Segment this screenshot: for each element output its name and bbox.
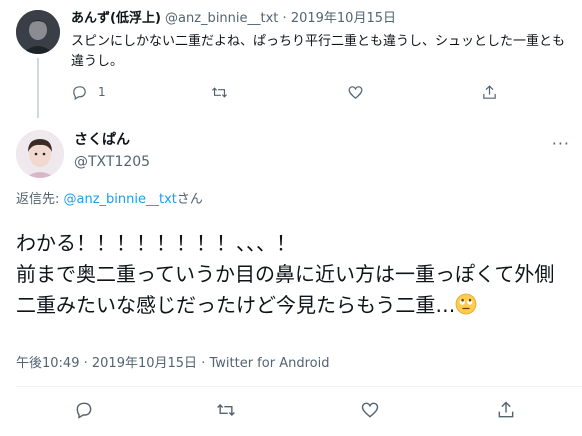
parent-like-button[interactable]: [347, 82, 364, 102]
parent-share-button[interactable]: [481, 82, 498, 102]
divider: [16, 386, 582, 387]
parent-action-bar: 1: [71, 82, 511, 102]
reply-icon: [76, 402, 92, 419]
avatar-parent[interactable]: [16, 10, 60, 54]
thread-line: [37, 58, 39, 118]
parent-retweet-button[interactable]: [211, 82, 228, 102]
reply-to-suffix: さん: [176, 192, 203, 207]
parent-tweet[interactable]: あんず(低浮上) @anz_binnie__txt · 2019年10月15日 …: [0, 0, 582, 118]
reply-icon: [73, 85, 86, 100]
parent-tweet-text: スピンにしかない二重だよね、ぱっちり平行二重とも違うし、シュッとした一重とも違う…: [71, 34, 566, 69]
parent-date[interactable]: 2019年10月15日: [291, 11, 396, 26]
avatar-main[interactable]: [16, 130, 64, 178]
retweet-icon: [211, 86, 228, 98]
main-text-line1: わかる！！！！！！！！、、、！: [16, 231, 296, 255]
more-options-button[interactable]: ···: [552, 134, 570, 153]
share-icon: [498, 401, 514, 418]
face-with-rolling-eyes-icon: [455, 293, 477, 315]
parent-tweet-header: あんず(低浮上) @anz_binnie__txt · 2019年10月15日: [71, 10, 396, 28]
parent-reply-button[interactable]: 1: [71, 82, 106, 102]
tweet-source[interactable]: Twitter for Android: [209, 356, 329, 371]
main-share-button[interactable]: [496, 400, 516, 420]
share-icon: [483, 84, 496, 99]
meta-separator: ·: [83, 356, 88, 371]
main-tweet-header: さくぱん @TXT1205 ···: [0, 120, 582, 180]
reply-to-handle-link[interactable]: @anz_binnie__txt: [64, 192, 177, 207]
tweet-time[interactable]: 午後10:49: [16, 356, 79, 371]
like-icon: [348, 85, 363, 99]
parent-reply-count: 1: [98, 85, 106, 99]
reply-to-prefix: 返信先:: [16, 192, 64, 207]
reply-to-line: 返信先: @anz_binnie__txtさん: [16, 190, 203, 210]
main-like-button[interactable]: [360, 400, 380, 420]
parent-display-name[interactable]: あんず(低浮上): [71, 11, 161, 26]
tweet-meta: 午後10:49 · 2019年10月15日 · Twitter for Andr…: [16, 354, 329, 374]
tweet-date[interactable]: 2019年10月15日: [92, 356, 197, 371]
main-action-bar: [0, 400, 582, 424]
main-display-name[interactable]: さくぱん: [74, 130, 130, 150]
main-retweet-button[interactable]: [216, 400, 236, 420]
main-handle[interactable]: @TXT1205: [74, 152, 150, 172]
meta-separator-2: ·: [201, 356, 206, 371]
parent-handle[interactable]: @anz_binnie__txt: [165, 11, 278, 26]
separator-dot: ·: [282, 11, 287, 26]
main-reply-button[interactable]: [74, 400, 94, 420]
retweet-icon: [217, 403, 235, 417]
main-tweet-text: わかる！！！！！！！！、、、！ 前まで奥二重っていうか目の鼻に近い方は一重っぽく…: [16, 228, 572, 321]
like-icon: [361, 402, 379, 418]
